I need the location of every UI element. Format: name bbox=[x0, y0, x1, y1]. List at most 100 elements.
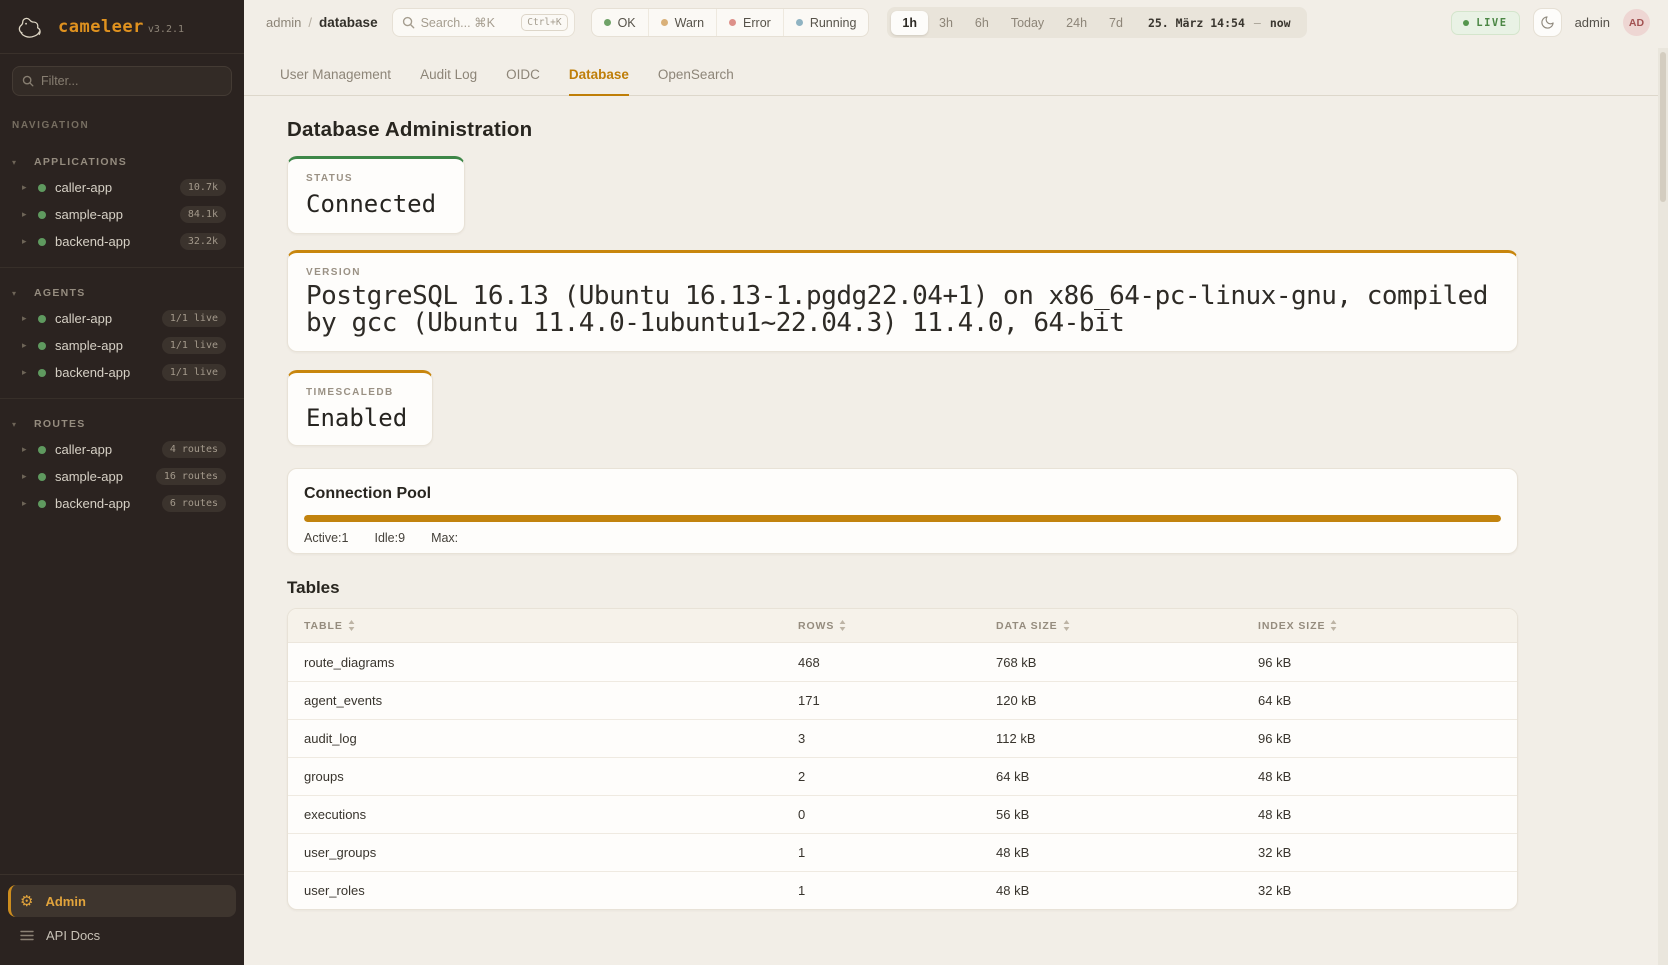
navigation-label: NAVIGATION bbox=[12, 120, 232, 131]
pool-stat-label: Idle: bbox=[374, 531, 398, 545]
connection-pool-stats: Active:1Idle:9Max: bbox=[304, 531, 1501, 545]
sidebar-section-agents: ▾AGENTS▸caller-app1/1 live▸sample-app1/1… bbox=[0, 281, 244, 386]
sidebar-item-agents-sample-app[interactable]: ▸sample-app1/1 live bbox=[0, 332, 244, 359]
breadcrumb-admin[interactable]: admin bbox=[266, 15, 301, 30]
chevron-right-icon: ▸ bbox=[22, 340, 32, 351]
sidebar-item-routes-sample-app[interactable]: ▸sample-app16 routes bbox=[0, 463, 244, 490]
app-logo[interactable]: cameleerv3.2.1 bbox=[0, 0, 244, 54]
table-cell: 48 kB bbox=[980, 845, 1242, 860]
sidebar-item-applications-sample-app[interactable]: ▸sample-app84.1k bbox=[0, 201, 244, 228]
sidebar-item-applications-caller-app[interactable]: ▸caller-app10.7k bbox=[0, 174, 244, 201]
table-cell: 96 kB bbox=[1242, 655, 1517, 670]
tab-user-management[interactable]: User Management bbox=[280, 67, 391, 96]
status-dot-icon bbox=[38, 184, 46, 192]
top-bar-right: LIVE admin AD bbox=[1451, 8, 1650, 37]
sidebar-item-api-docs[interactable]: API Docs bbox=[8, 919, 236, 951]
live-badge[interactable]: LIVE bbox=[1451, 11, 1519, 35]
section-divider bbox=[0, 267, 244, 268]
sidebar-item-admin[interactable]: ⚙ Admin bbox=[8, 885, 236, 917]
table-cell: 48 kB bbox=[980, 883, 1242, 898]
table-row: audit_log3112 kB96 kB bbox=[288, 719, 1517, 757]
status-dot-icon bbox=[38, 342, 46, 350]
sidebar-filter bbox=[12, 66, 232, 96]
gear-icon: ⚙ bbox=[20, 894, 33, 909]
scrollbar-thumb[interactable] bbox=[1660, 52, 1666, 202]
sidebar-item-label: backend-app bbox=[55, 234, 130, 249]
chevron-down-icon: ▾ bbox=[12, 158, 22, 167]
search-icon bbox=[22, 75, 34, 87]
app-version: v3.2.1 bbox=[148, 24, 184, 35]
table-body: route_diagrams468768 kB96 kBagent_events… bbox=[288, 643, 1517, 909]
page-content: Database Administration STATUS Connected… bbox=[244, 96, 1668, 965]
search-icon bbox=[402, 16, 415, 29]
tab-oidc[interactable]: OIDC bbox=[506, 67, 540, 96]
sidebar-item-badge: 32.2k bbox=[180, 233, 226, 250]
time-range-today[interactable]: Today bbox=[1000, 11, 1055, 35]
table-cell: groups bbox=[288, 769, 782, 784]
column-header-table[interactable]: TABLE bbox=[288, 620, 782, 632]
search-input[interactable] bbox=[421, 16, 516, 30]
time-display[interactable]: 25. März 14:54 — now bbox=[1148, 16, 1291, 30]
global-search[interactable]: Ctrl+K bbox=[392, 8, 575, 37]
sidebar-section-header-applications[interactable]: ▾APPLICATIONS bbox=[0, 150, 244, 174]
time-range-24h[interactable]: 24h bbox=[1055, 11, 1098, 35]
column-header-data-size[interactable]: DATA SIZE bbox=[980, 620, 1242, 632]
theme-toggle-button[interactable] bbox=[1533, 8, 1562, 37]
status-filter-warn[interactable]: Warn bbox=[648, 9, 716, 36]
status-filter-error[interactable]: Error bbox=[716, 9, 783, 36]
tab-opensearch[interactable]: OpenSearch bbox=[658, 67, 734, 96]
avatar[interactable]: AD bbox=[1623, 9, 1650, 36]
column-header-rows[interactable]: ROWS bbox=[782, 620, 980, 632]
tab-audit-log[interactable]: Audit Log bbox=[420, 67, 477, 96]
column-header-label: TABLE bbox=[304, 620, 343, 632]
time-range-group: 1h3h6hToday24h7d 25. März 14:54 — now bbox=[887, 7, 1306, 38]
sidebar-item-routes-caller-app[interactable]: ▸caller-app4 routes bbox=[0, 436, 244, 463]
table-cell: user_roles bbox=[288, 883, 782, 898]
sidebar-section-header-routes[interactable]: ▾ROUTES bbox=[0, 412, 244, 436]
table-row: groups264 kB48 kB bbox=[288, 757, 1517, 795]
status-card-label: STATUS bbox=[306, 173, 446, 184]
sort-icon bbox=[1063, 620, 1070, 631]
filter-input[interactable] bbox=[41, 74, 222, 88]
sidebar-item-agents-caller-app[interactable]: ▸caller-app1/1 live bbox=[0, 305, 244, 332]
pool-stat-max: Max: bbox=[431, 531, 458, 545]
status-dot-icon bbox=[796, 19, 803, 26]
sidebar-item-applications-backend-app[interactable]: ▸ backend-app 32.2k bbox=[0, 228, 244, 255]
chevron-right-icon: ▸ bbox=[22, 367, 32, 378]
status-dot-icon bbox=[38, 473, 46, 481]
table-cell: 48 kB bbox=[1242, 769, 1517, 784]
table-cell: 171 bbox=[782, 693, 980, 708]
table-cell: executions bbox=[288, 807, 782, 822]
sidebar-item-badge: 1/1 live bbox=[162, 310, 226, 327]
breadcrumb-current: database bbox=[319, 15, 378, 30]
user-name: admin bbox=[1575, 15, 1610, 30]
timescaledb-card: TIMESCALEDB Enabled bbox=[287, 370, 433, 446]
time-range-3h[interactable]: 3h bbox=[928, 11, 964, 35]
vertical-scrollbar[interactable] bbox=[1658, 48, 1668, 965]
status-dot-icon bbox=[604, 19, 611, 26]
camel-logo-icon bbox=[14, 13, 48, 41]
time-range-1h[interactable]: 1h bbox=[891, 11, 928, 35]
table-cell: 1 bbox=[782, 883, 980, 898]
status-filter-label: Error bbox=[743, 16, 771, 30]
pool-stat-value: 9 bbox=[398, 531, 405, 545]
column-header-label: ROWS bbox=[798, 620, 834, 632]
table-row: agent_events171120 kB64 kB bbox=[288, 681, 1517, 719]
chevron-right-icon: ▸ bbox=[22, 236, 32, 247]
time-range-7d[interactable]: 7d bbox=[1098, 11, 1134, 35]
table-header-row: TABLE ROWS DATA SIZEINDEX SIZE bbox=[288, 609, 1517, 643]
chevron-right-icon: ▸ bbox=[22, 209, 32, 220]
sidebar-item-agents-backend-app[interactable]: ▸backend-app1/1 live bbox=[0, 359, 244, 386]
time-range-6h[interactable]: 6h bbox=[964, 11, 1000, 35]
status-filter-ok[interactable]: OK bbox=[592, 9, 648, 36]
status-filter-running[interactable]: Running bbox=[783, 9, 869, 36]
app-name: cameleerv3.2.1 bbox=[58, 17, 184, 37]
sidebar-item-routes-backend-app[interactable]: ▸backend-app6 routes bbox=[0, 490, 244, 517]
pool-stat-label: Max: bbox=[431, 531, 458, 545]
table-cell: 48 kB bbox=[1242, 807, 1517, 822]
column-header-index-size[interactable]: INDEX SIZE bbox=[1242, 620, 1517, 632]
sidebar-section-header-agents[interactable]: ▾AGENTS bbox=[0, 281, 244, 305]
tab-database[interactable]: Database bbox=[569, 67, 629, 96]
sidebar-section-label: AGENTS bbox=[34, 287, 86, 299]
chevron-right-icon: ▸ bbox=[22, 498, 32, 509]
